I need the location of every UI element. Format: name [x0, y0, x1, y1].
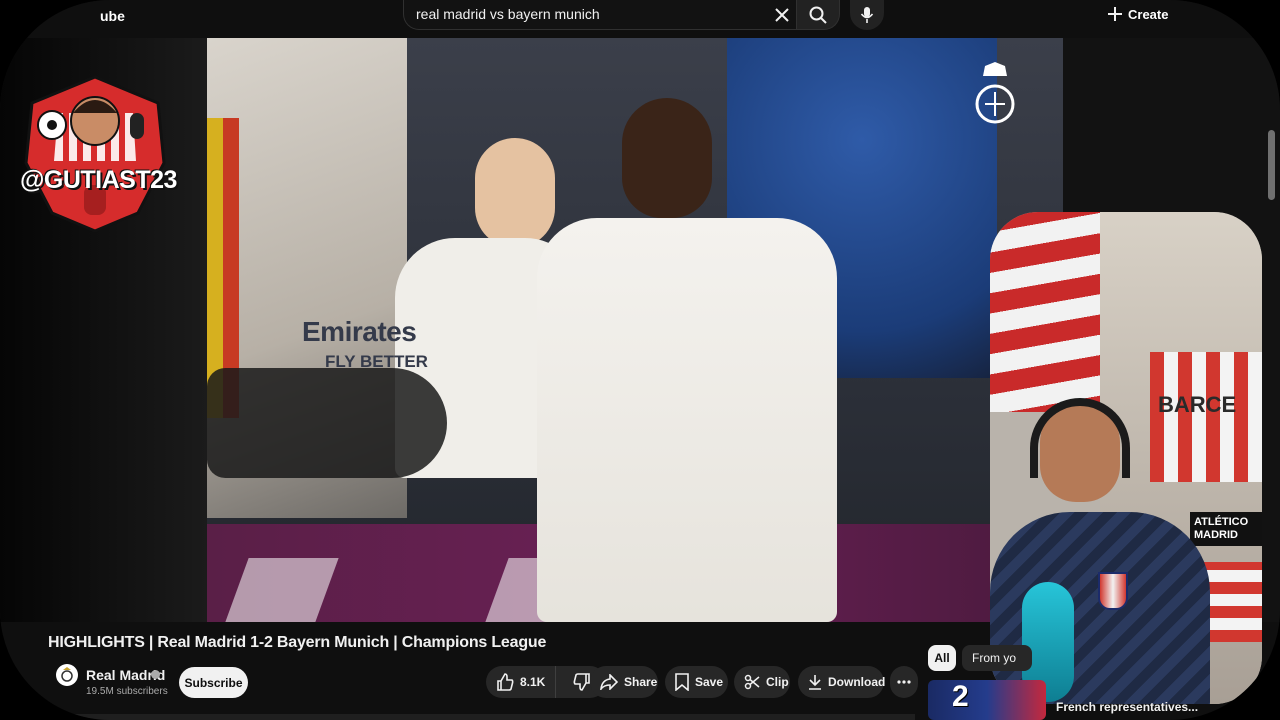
channel-crest-icon — [61, 667, 73, 682]
mic-icon — [860, 7, 874, 23]
webcam-overlay: BARCE ATLÉTICO MADRID — [990, 212, 1262, 704]
chip-from-channel[interactable]: From yo — [962, 645, 1032, 671]
voice-search-button[interactable] — [850, 0, 884, 30]
save-label: Save — [695, 675, 724, 689]
video-player[interactable]: Emirates FLY BETTER — [207, 38, 1063, 622]
verified-icon — [151, 670, 160, 679]
share-icon — [600, 674, 618, 690]
club-crest-icon — [975, 62, 1015, 124]
top-bar: ube real madrid vs bayern munich Create — [0, 0, 1280, 38]
like-count: 8.1K — [520, 675, 546, 689]
more-actions-button[interactable] — [890, 666, 918, 698]
clear-search-button[interactable] — [770, 4, 794, 26]
wall-banner-text: BARCE — [1158, 392, 1237, 417]
search-button[interactable] — [796, 0, 840, 30]
more-icon — [897, 680, 911, 684]
search-value: real madrid vs bayern munich — [416, 6, 600, 22]
recommendation-thumb-number: 2 — [952, 680, 969, 713]
subscriber-count: 19.5M subscribers — [86, 686, 168, 697]
player-head — [622, 98, 712, 218]
like-dislike-group: 8.1K — [486, 666, 606, 698]
share-label: Share — [624, 675, 658, 689]
thumbs-up-icon — [497, 673, 514, 691]
player-jersey — [537, 218, 837, 622]
bookmark-icon — [675, 673, 689, 691]
left-panel: @GUTIAST23 — [0, 38, 207, 622]
recommendation-title[interactable]: French representatives... — [1056, 700, 1198, 714]
club-flag — [990, 212, 1110, 412]
search-icon — [809, 6, 827, 24]
download-label: Download — [828, 675, 886, 689]
close-icon — [775, 8, 789, 22]
subscribe-button[interactable]: Subscribe — [179, 667, 248, 698]
create-label: Create — [1128, 6, 1169, 22]
like-button[interactable]: 8.1K — [486, 666, 557, 698]
player — [537, 78, 837, 622]
create-button[interactable]: Create — [1100, 0, 1172, 28]
streamer-handle: @GUTIAST23 — [20, 166, 177, 194]
download-button[interactable]: Download — [798, 666, 886, 698]
screen: ube real madrid vs bayern munich Create — [0, 0, 1280, 720]
plus-icon — [1108, 7, 1122, 21]
share-button[interactable]: Share — [590, 666, 658, 698]
search-input[interactable]: real madrid vs bayern munich — [403, 0, 799, 30]
clip-label: Clip — [766, 675, 789, 689]
recommendation-thumbnail[interactable] — [928, 680, 1046, 720]
wall-sign-text: ATLÉTICO MADRID — [1190, 512, 1262, 547]
camera-lens — [207, 368, 447, 478]
streamer-logo — [24, 75, 166, 233]
chip-all[interactable]: All — [928, 645, 956, 671]
channel-avatar[interactable] — [56, 664, 78, 686]
jersey-sponsor-tagline: FLY BETTER — [325, 352, 428, 371]
scissors-icon — [744, 674, 760, 690]
page-scrollbar[interactable] — [1268, 130, 1275, 200]
bottom-bar — [0, 714, 915, 720]
download-icon — [809, 675, 821, 690]
shirt-crest-icon — [1098, 572, 1128, 610]
save-button[interactable]: Save — [665, 666, 728, 698]
video-title: HIGHLIGHTS | Real Madrid 1-2 Bayern Muni… — [48, 634, 547, 651]
clip-button[interactable]: Clip — [734, 666, 790, 698]
youtube-logo[interactable]: ube — [100, 8, 125, 24]
jersey-sponsor: Emirates — [302, 316, 417, 347]
thumbs-down-icon — [573, 673, 591, 691]
